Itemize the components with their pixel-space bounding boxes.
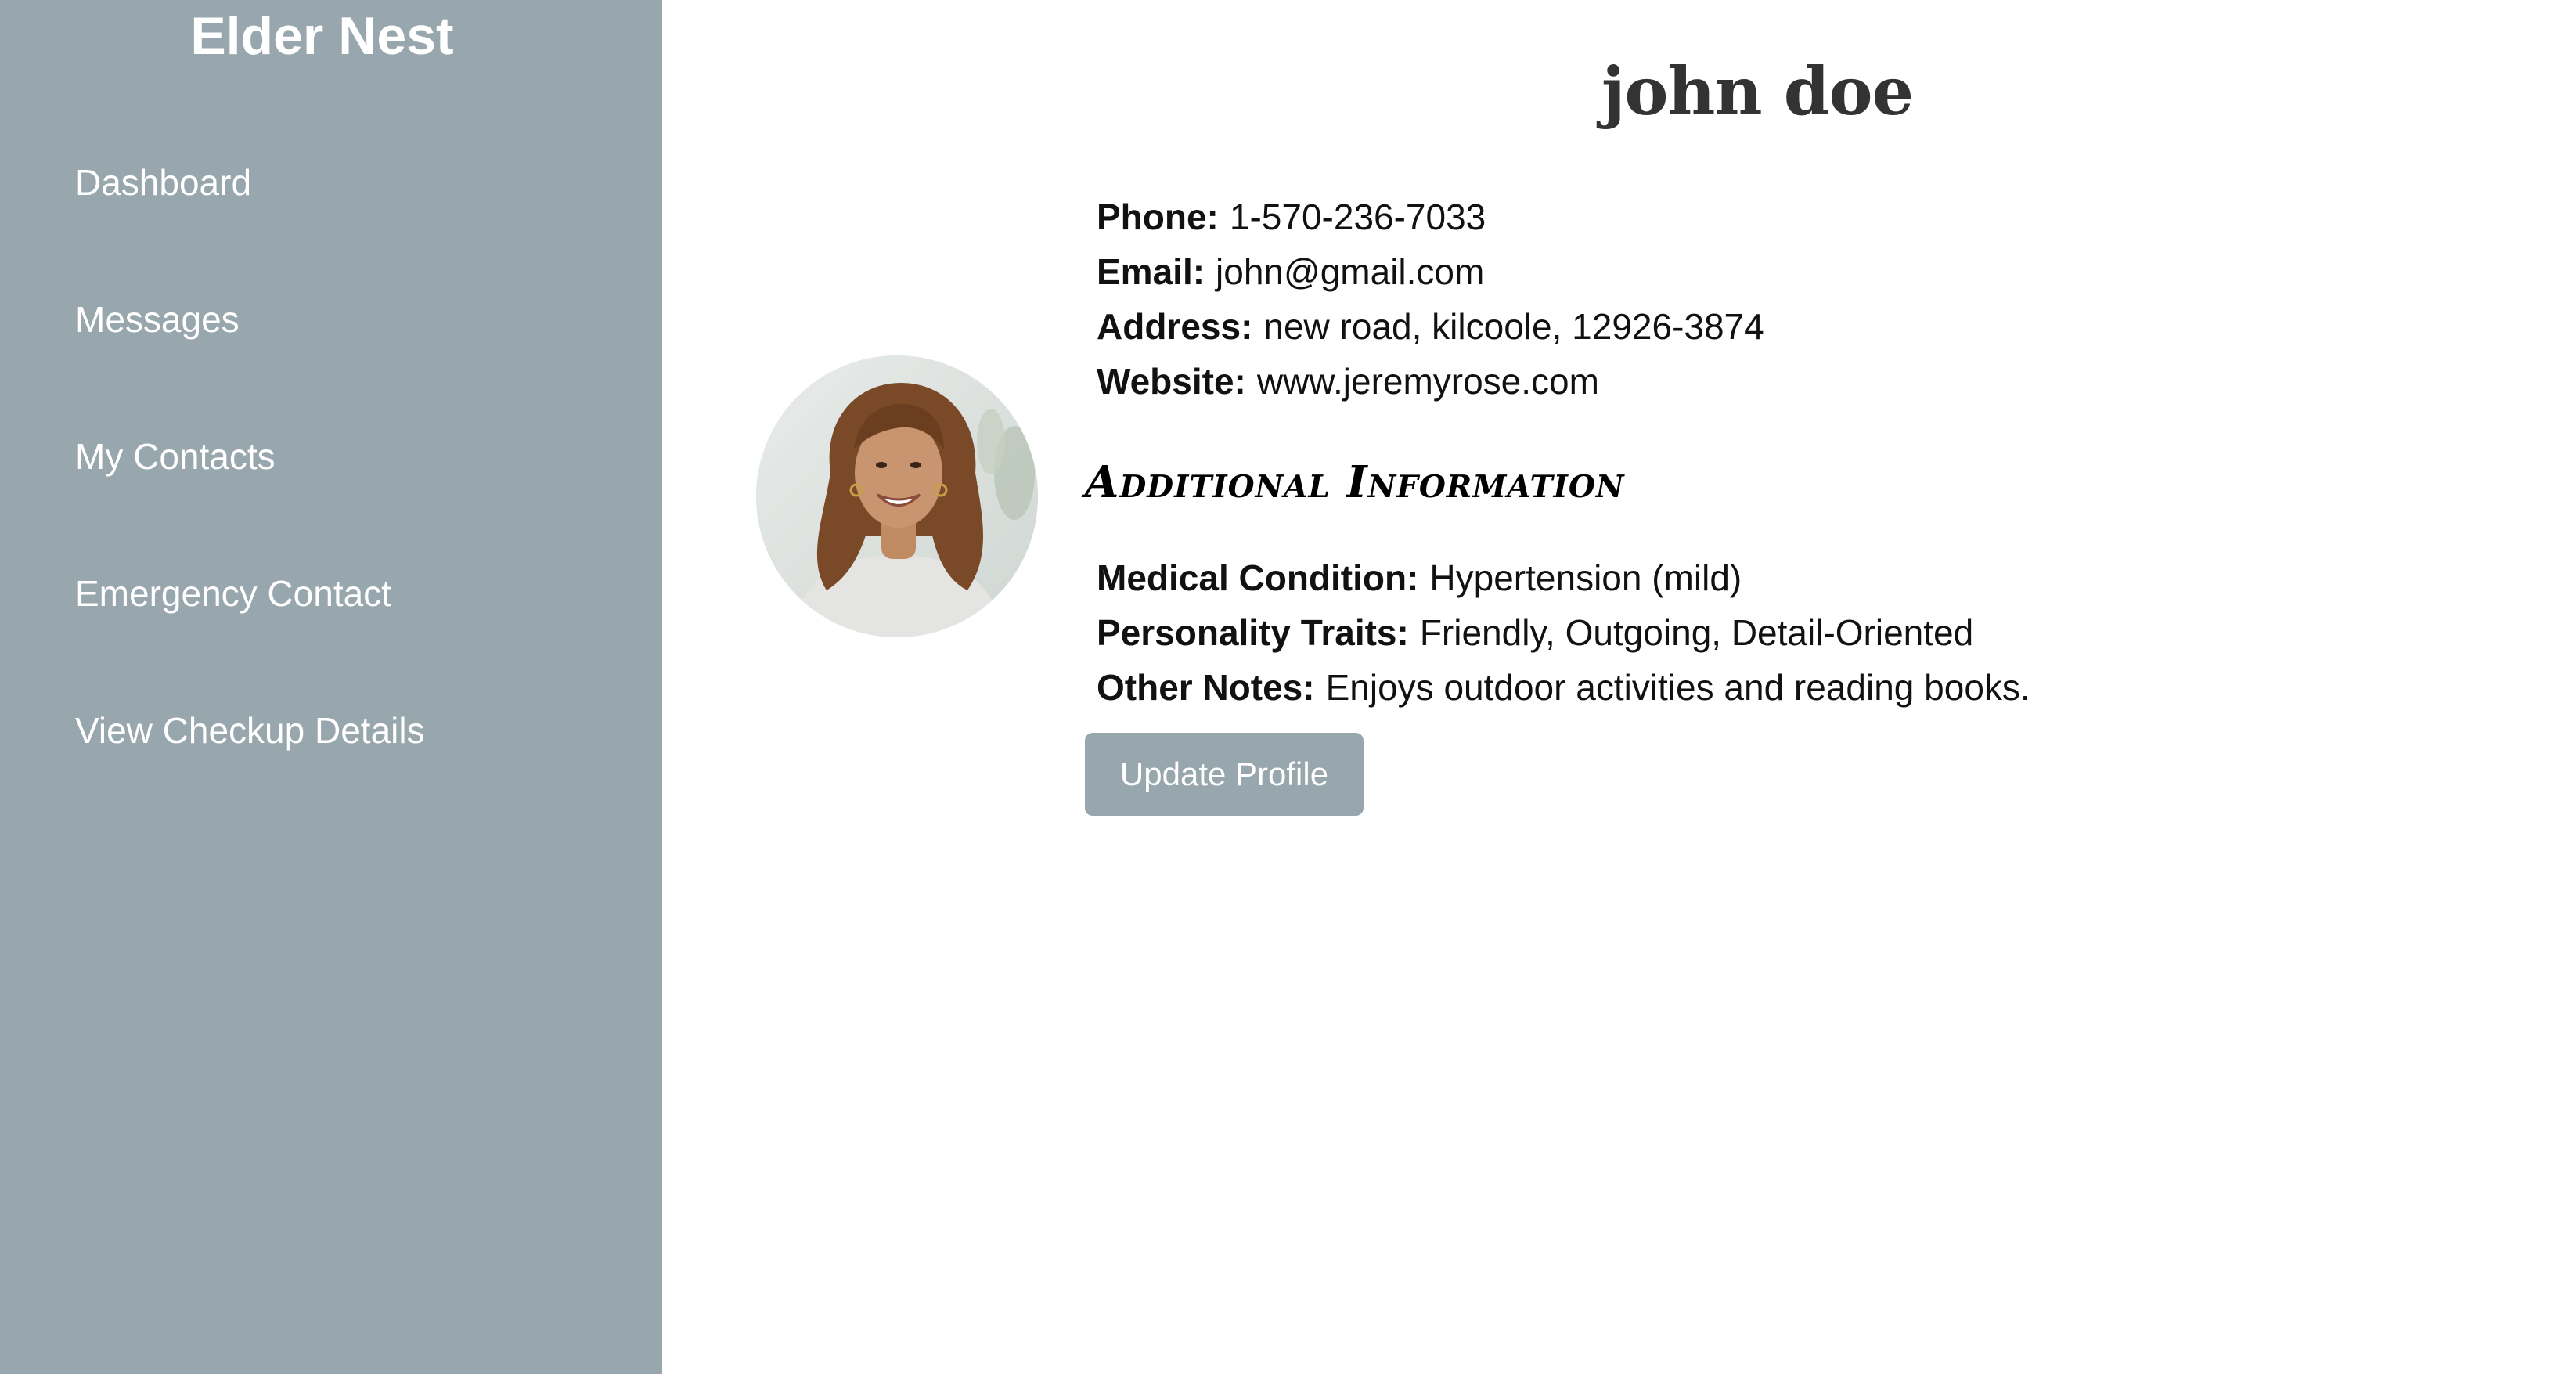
profile-main: john doe Phone: 1-570-236-7033 Email: jo… xyxy=(662,0,2576,1374)
sidebar-item-emergency-contact[interactable]: Emergency Contact xyxy=(75,572,391,615)
email-label: Email: xyxy=(1097,251,1205,292)
phone-value: 1-570-236-7033 xyxy=(1229,197,1486,237)
other-notes-label: Other Notes: xyxy=(1097,667,1315,708)
personality-traits-row: Personality Traits: Friendly, Outgoing, D… xyxy=(1097,605,2506,660)
personality-traits-label: Personality Traits: xyxy=(1097,612,1409,653)
address-label: Address: xyxy=(1097,306,1253,347)
medical-condition-label: Medical Condition: xyxy=(1097,557,1419,598)
other-notes-row: Other Notes: Enjoys outdoor activities an… xyxy=(1097,660,2506,715)
email-value: john@gmail.com xyxy=(1216,251,1485,292)
phone-label: Phone: xyxy=(1097,197,1219,237)
phone-row: Phone: 1-570-236-7033 xyxy=(1097,189,2506,244)
brand-title: Elder Nest xyxy=(190,6,454,66)
update-profile-button[interactable]: Update Profile xyxy=(1085,733,1364,816)
sidebar-item-my-contacts[interactable]: My Contacts xyxy=(75,435,276,478)
address-value: new road, kilcoole, 12926-3874 xyxy=(1263,306,1764,347)
profile-avatar xyxy=(756,355,1038,637)
sidebar: Elder Nest Dashboard Messages My Contact… xyxy=(0,0,662,1374)
additional-details: Medical Condition: Hypertension (mild) Pe… xyxy=(1097,550,2506,715)
sidebar-item-messages[interactable]: Messages xyxy=(75,298,240,341)
additional-information-heading: Additional Information xyxy=(1085,456,1625,508)
website-row: Website: www.jeremyrose.com xyxy=(1097,354,2506,409)
other-notes-value: Enjoys outdoor activities and reading bo… xyxy=(1325,667,2030,708)
website-label: Website: xyxy=(1097,361,1246,402)
sidebar-item-dashboard[interactable]: Dashboard xyxy=(75,160,251,204)
website-value: www.jeremyrose.com xyxy=(1256,361,1599,402)
avatar-photo-icon xyxy=(756,355,1038,637)
profile-name: john doe xyxy=(1601,52,1914,130)
sidebar-item-view-checkup-details[interactable]: View Checkup Details xyxy=(75,709,425,752)
address-row: Address: new road, kilcoole, 12926-3874 xyxy=(1097,299,2506,354)
medical-condition-value: Hypertension (mild) xyxy=(1429,557,1742,598)
email-row: Email: john@gmail.com xyxy=(1097,244,2506,299)
app-window: Elder Nest Dashboard Messages My Contact… xyxy=(0,0,2576,1374)
medical-condition-row: Medical Condition: Hypertension (mild) xyxy=(1097,550,2506,605)
contact-details: Phone: 1-570-236-7033 Email: john@gmail.co… xyxy=(1097,189,2506,409)
personality-traits-value: Friendly, Outgoing, Detail-Oriented xyxy=(1419,612,1974,653)
